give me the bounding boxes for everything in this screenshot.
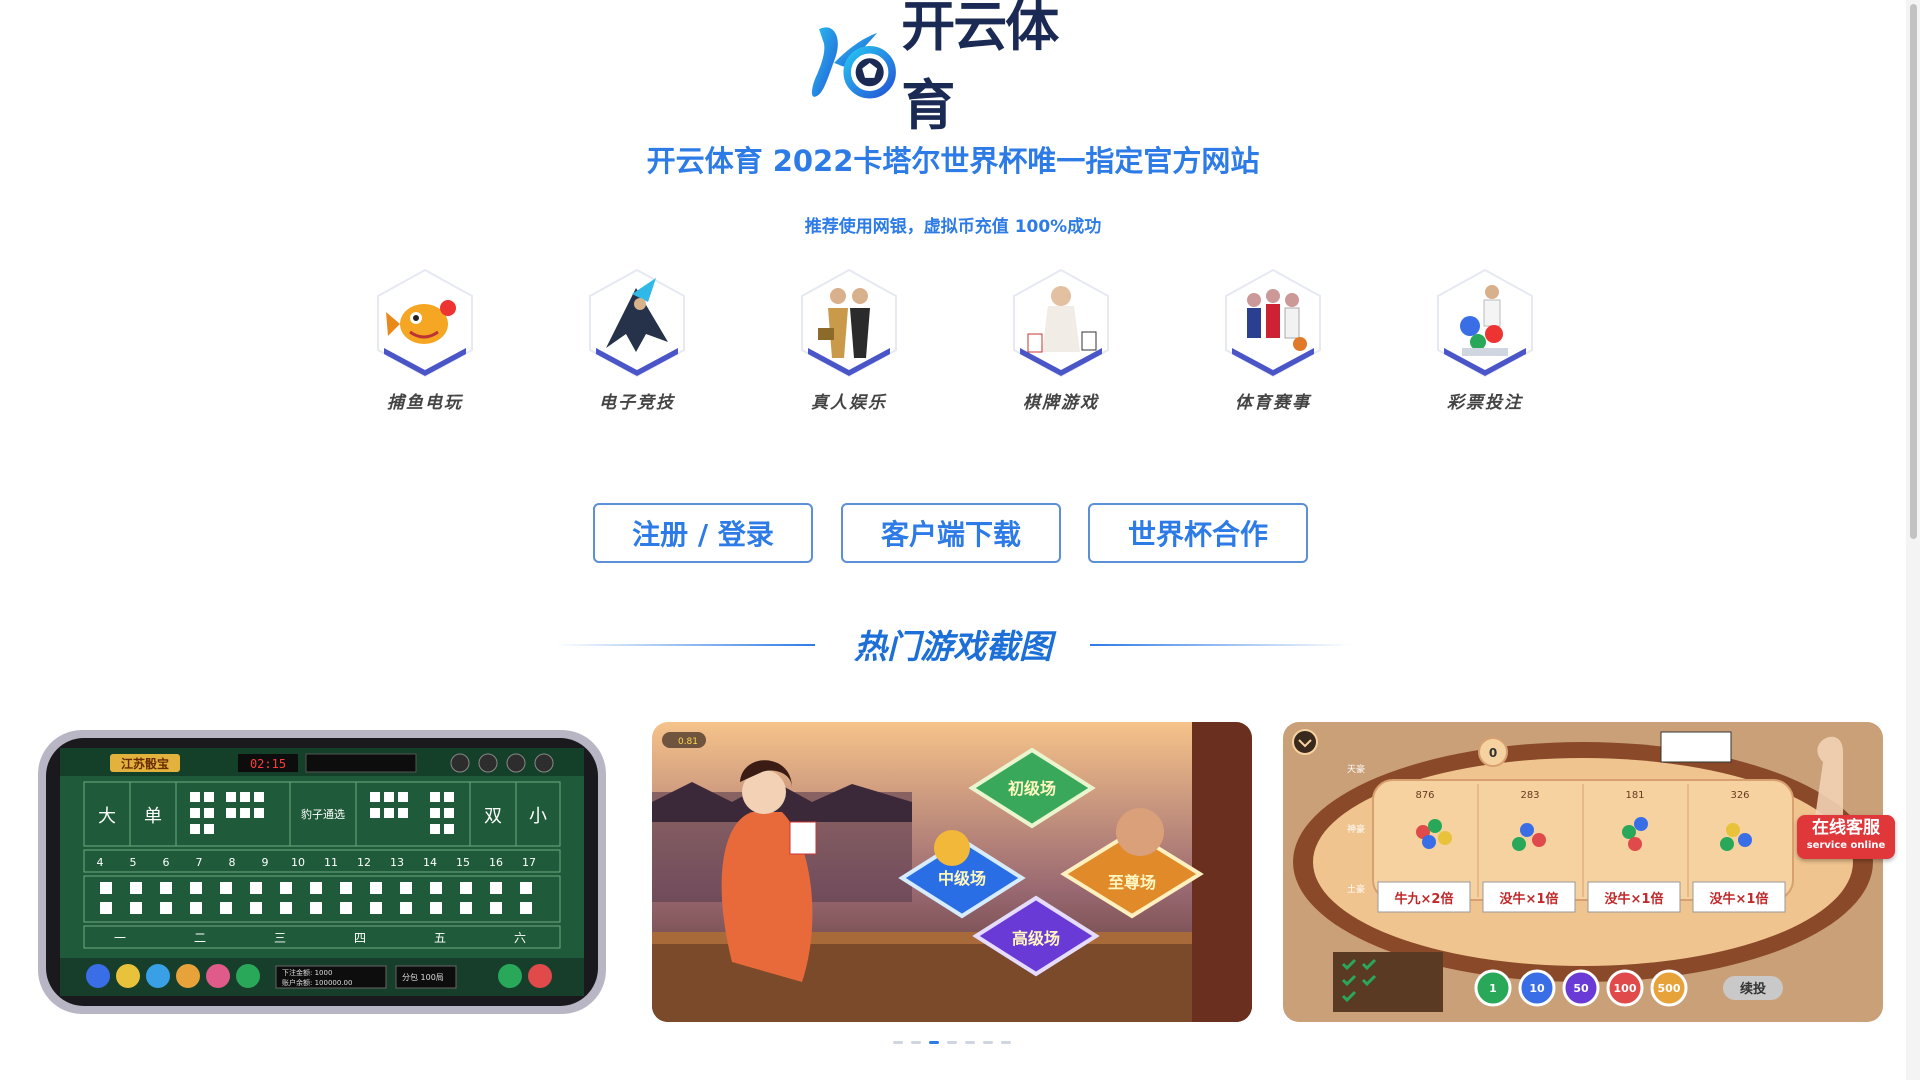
round-counter: 0 [1489, 746, 1497, 760]
sicbo-bet-odd: 单 [144, 806, 162, 827]
player-3: 土豪 [1347, 883, 1365, 895]
pot-value: 283 [1520, 790, 1539, 801]
category-esports[interactable]: 电子竞技 [572, 268, 702, 418]
client-download-button[interactable]: 客户端下载 [841, 503, 1061, 563]
sicbo-number-cell: 9 [262, 856, 269, 869]
lobby-balance: 0.81 [678, 737, 698, 747]
room-intermediate: 中级场 [938, 869, 986, 888]
sicbo-number-cell: 10 [291, 856, 305, 869]
category-label: 棋牌游戏 [1023, 393, 1099, 413]
continue-bet-button: 续投 [1740, 981, 1766, 997]
carousel-dot[interactable] [965, 1041, 975, 1044]
sicbo-single-cell: 五 [434, 931, 446, 945]
category-card-games[interactable]: 棋牌游戏 [996, 268, 1126, 418]
hand-result: 没牛×1倍 [1605, 891, 1664, 907]
esports-icon [586, 268, 688, 378]
sicbo-single-cell: 四 [354, 931, 366, 945]
sicbo-number-cell: 6 [163, 856, 170, 869]
sicbo-single-cell: 六 [514, 931, 526, 945]
lottery-icon [1434, 268, 1536, 378]
category-label: 真人娱乐 [811, 393, 887, 413]
online-service-badge[interactable]: 在线客服 service online [1797, 815, 1895, 859]
pot-value: 326 [1730, 790, 1749, 801]
category-label: 体育赛事 [1235, 393, 1311, 413]
chip-label: 500 [1658, 982, 1681, 995]
brand-logo-icon [811, 27, 896, 99]
category-label: 电子竞技 [599, 393, 675, 413]
section-title: 热门游戏截图 [854, 627, 1052, 666]
pot-value: 181 [1625, 790, 1644, 801]
carousel-dot[interactable] [983, 1041, 993, 1044]
sicbo-single-cell: 一 [114, 931, 126, 945]
room-advanced: 高级场 [1012, 929, 1060, 948]
sicbo-single-cell: 二 [194, 931, 206, 945]
sicbo-title: 江苏骰宝 [121, 756, 169, 771]
room-supreme: 至尊场 [1108, 873, 1156, 892]
carousel-dot[interactable] [1001, 1041, 1011, 1044]
sicbo-bet-any-triple: 豹子通选 [301, 808, 345, 821]
sicbo-number-cell: 7 [196, 856, 203, 869]
sicbo-number-cell: 13 [390, 856, 404, 869]
carousel-dot[interactable] [911, 1041, 921, 1044]
register-login-button[interactable]: 注册 / 登录 [593, 503, 813, 563]
category-nav: 捕鱼电玩 电子竞技 真人娱乐 棋牌游戏 体育赛事 彩票投注 [360, 268, 1560, 428]
hand-result: 没牛×1倍 [1500, 891, 1559, 907]
carousel-dot[interactable] [947, 1041, 957, 1044]
chip-label: 10 [1529, 982, 1545, 995]
sicbo-timer: 02:15 [250, 757, 286, 771]
category-fishing[interactable]: 捕鱼电玩 [360, 268, 490, 418]
room-beginner: 初级场 [1008, 779, 1056, 798]
pot-value: 876 [1415, 790, 1434, 801]
category-label: 彩票投注 [1447, 393, 1523, 413]
sicbo-bet-amount: 下注金额: 1000 [282, 968, 332, 977]
chip-label: 1 [1489, 982, 1497, 995]
slide-niuniu[interactable]: 876 283 181 326 牛九×2倍 没牛×1倍 没牛×1倍 没牛×1倍 1 10 50 1… [1283, 722, 1883, 1022]
sicbo-balance: 账户余额: 100000.00 [282, 978, 352, 987]
sicbo-bet-big: 大 [98, 806, 116, 827]
worldcup-partner-button[interactable]: 世界杯合作 [1088, 503, 1308, 563]
sicbo-number-cell: 8 [229, 856, 236, 869]
sicbo-number-cell: 14 [423, 856, 437, 869]
sicbo-number-cell: 12 [357, 856, 371, 869]
carousel-dot[interactable] [929, 1041, 939, 1044]
live-casino-icon [798, 268, 900, 378]
player-1: 天豪 [1347, 763, 1365, 775]
section-divider-right [1090, 644, 1350, 646]
category-label: 捕鱼电玩 [387, 393, 463, 413]
sicbo-limit: 分包 100局 [402, 972, 444, 982]
sicbo-bet-small: 小 [529, 806, 547, 827]
sicbo-number-cell: 17 [522, 856, 536, 869]
carousel-dots [893, 1041, 1011, 1044]
chip-label: 100 [1614, 982, 1637, 995]
sicbo-bet-even: 双 [484, 806, 502, 827]
sicbo-number-cell: 5 [130, 856, 137, 869]
page-headline: 开云体育 2022卡塔尔世界杯唯一指定官方网站 [646, 144, 1260, 178]
category-sports[interactable]: 体育赛事 [1208, 268, 1338, 418]
slide-lobby[interactable]: 初级场 中级场 至尊场 高级场 0.81 [652, 722, 1252, 1022]
sicbo-single-cell: 三 [274, 931, 286, 945]
sports-icon [1222, 268, 1324, 378]
hand-result: 没牛×1倍 [1710, 891, 1769, 907]
card-games-icon [1010, 268, 1112, 378]
sicbo-number-cell: 16 [489, 856, 503, 869]
brand-logo[interactable]: 开云体育 [806, 0, 1096, 137]
carousel-dot[interactable] [893, 1041, 903, 1044]
page-scrollbar[interactable] [1906, 0, 1920, 1080]
hand-result: 牛九×2倍 [1395, 891, 1454, 907]
online-service-title: 在线客服 [1812, 818, 1880, 838]
sicbo-number-cell: 4 [97, 856, 104, 869]
category-live-casino[interactable]: 真人娱乐 [784, 268, 914, 418]
online-service-subtitle: service online [1806, 840, 1886, 851]
brand-name: 开云体育 [901, 0, 1059, 137]
page-subline: 推荐使用网银，虚拟币充值 100%成功 [804, 217, 1102, 237]
scrollbar-thumb[interactable] [1910, 4, 1917, 539]
sicbo-number-cell: 11 [324, 856, 338, 869]
slide-sicbo[interactable]: 江苏骰宝 02:15 大 单 豹子通选 双 小 4 5 6 7 8 9 10 11 12 13 14… [20, 722, 620, 1022]
player-2: 神豪 [1347, 823, 1365, 835]
chip-label: 50 [1573, 982, 1589, 995]
sicbo-number-cell: 15 [456, 856, 470, 869]
fishing-game-icon [374, 268, 476, 378]
category-lottery[interactable]: 彩票投注 [1420, 268, 1550, 418]
